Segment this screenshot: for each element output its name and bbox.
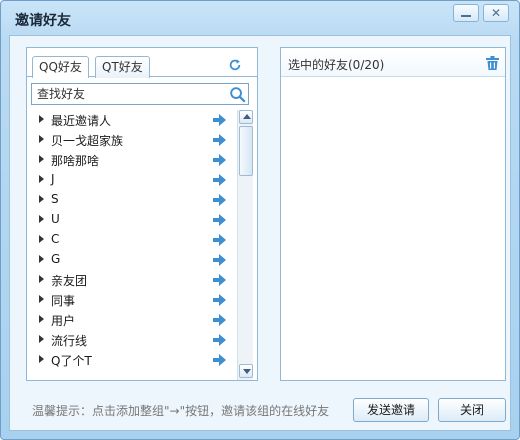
expand-caret-icon[interactable] [39,255,44,263]
group-label: 贝一戈超家族 [51,134,124,148]
scroll-up-button[interactable] [239,110,253,124]
group-label: 那啥那啥 [51,154,100,168]
arrow-down-icon [243,369,251,374]
hint-text: 温馨提示：点击添加整组"→"按钮，邀请该组的在线好友 [32,404,330,418]
group-label: 用户 [51,314,76,328]
expand-caret-icon[interactable] [39,215,44,223]
list-item[interactable]: U [27,210,235,230]
expand-caret-icon[interactable] [39,175,44,183]
expand-caret-icon[interactable] [39,295,44,303]
list-item[interactable]: 贝一戈超家族 [27,130,235,150]
search-box [31,83,249,105]
arrow-right-icon[interactable] [213,314,226,326]
tab-qq-friends[interactable]: QQ好友 [32,56,89,78]
minimize-icon [461,15,471,17]
expand-caret-icon[interactable] [39,115,44,123]
group-label: 亲友团 [51,274,88,288]
tab-qt-friends[interactable]: QT好友 [95,56,150,78]
window-title: 邀请好友 [15,13,71,29]
arrow-right-icon[interactable] [213,134,226,146]
arrow-right-icon[interactable] [213,294,226,306]
list-item[interactable]: S [27,190,235,210]
arrow-right-icon[interactable] [213,154,226,166]
group-list: 最近邀请人 贝一戈超家族 那啥那啥 J S U C G 亲友团 同事 用户 流行… [27,110,235,380]
close-icon: ✕ [490,6,502,20]
list-item[interactable]: Q了个T [27,350,235,370]
close-window-button[interactable]: ✕ [483,4,509,22]
arrow-up-icon [243,114,251,119]
list-item[interactable]: 亲友团 [27,270,235,290]
list-item[interactable]: 最近邀请人 [27,110,235,130]
trash-icon[interactable] [486,56,499,70]
dialog-footer: 温馨提示：点击添加整组"→"按钮，邀请该组的在线好友 发送邀请 关闭 [10,392,510,430]
send-invite-button[interactable]: 发送邀请 [353,398,429,422]
refresh-icon[interactable] [228,58,242,72]
title-bar[interactable]: 邀请好友 ✕ [1,1,519,35]
expand-caret-icon[interactable] [39,275,44,283]
group-list-scrollbar[interactable] [237,110,253,380]
search-input[interactable] [32,84,226,104]
scroll-thumb[interactable] [239,126,253,176]
list-item[interactable]: 流行线 [27,330,235,350]
invite-friends-window: 邀请好友 ✕ QQ好友 QT好友 查找好友 最近邀请人 贝一戈超家族 那啥那啥 … [0,0,520,440]
minimize-button[interactable] [453,4,479,22]
group-label: G [51,252,61,266]
expand-caret-icon[interactable] [39,195,44,203]
scroll-down-button[interactable] [239,364,253,378]
expand-caret-icon[interactable] [39,155,44,163]
arrow-right-icon[interactable] [213,214,226,226]
group-label: 流行线 [51,334,88,348]
group-label: S [51,192,59,206]
arrow-right-icon[interactable] [213,194,226,206]
list-item[interactable]: 那啥那啥 [27,150,235,170]
friends-tabstrip: QQ好友 QT好友 [27,48,257,78]
arrow-right-icon[interactable] [213,174,226,186]
arrow-right-icon[interactable] [213,334,226,346]
selected-friends-panel: 选中的好友(0/20) [280,47,506,381]
group-label: 最近邀请人 [51,114,112,128]
friends-panel: QQ好友 QT好友 最近邀请人 [26,47,258,381]
selected-friends-title: 选中的好友(0/20) [288,58,385,72]
arrow-right-icon[interactable] [213,234,226,246]
dialog-content: QQ好友 QT好友 最近邀请人 [9,35,511,431]
expand-caret-icon[interactable] [39,315,44,323]
list-item[interactable]: G [27,250,235,270]
group-label: C [51,232,60,246]
list-item[interactable]: C [27,230,235,250]
arrow-right-icon[interactable] [213,254,226,266]
close-button[interactable]: 关闭 [438,398,506,422]
arrow-right-icon[interactable] [213,354,226,366]
expand-caret-icon[interactable] [39,335,44,343]
search-icon[interactable] [229,86,246,103]
arrow-right-icon[interactable] [213,274,226,286]
expand-caret-icon[interactable] [39,355,44,363]
expand-caret-icon[interactable] [39,235,44,243]
group-label: Q了个T [51,354,92,368]
group-label: U [51,212,60,226]
group-label: J [51,172,55,186]
list-item[interactable]: J [27,170,235,190]
list-item[interactable]: 同事 [27,290,235,310]
expand-caret-icon[interactable] [39,135,44,143]
arrow-right-icon[interactable] [213,114,226,126]
group-label: 同事 [51,294,76,308]
list-item[interactable]: 用户 [27,310,235,330]
selected-friends-header: 选中的好友(0/20) [281,48,505,77]
